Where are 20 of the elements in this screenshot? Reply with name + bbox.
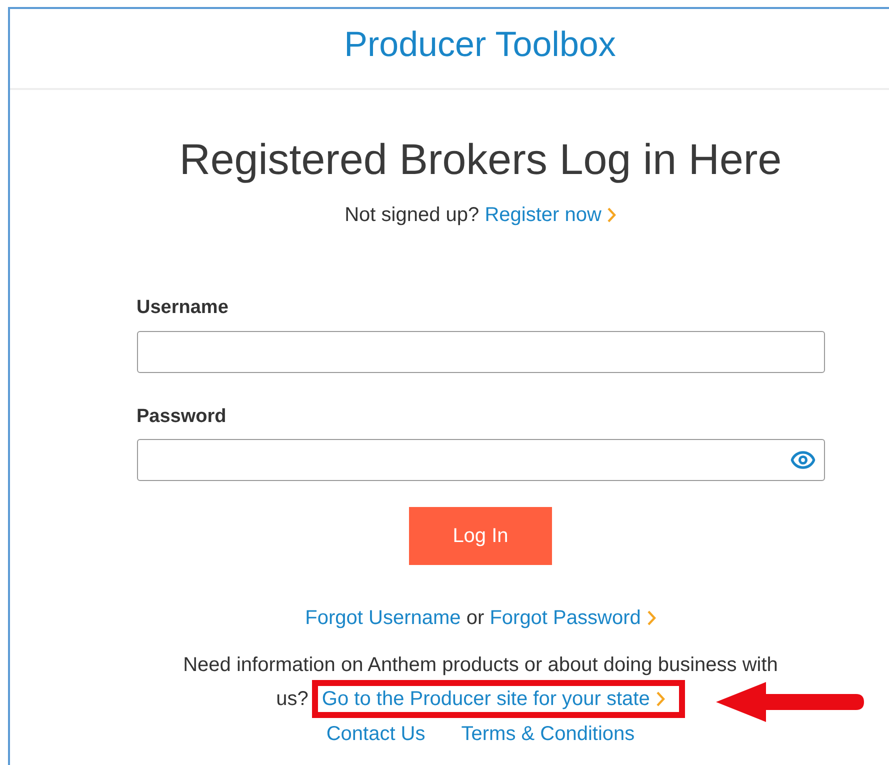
- field-label: Username: [136, 296, 230, 320]
- info-text: Need information on Anthem products or about doing business with us? Go to the Producer site for your state: [176, 650, 786, 718]
- login-button[interactable]: Log In: [409, 507, 552, 565]
- signup-prompt: Not signed up? Register now: [344, 200, 616, 230]
- forgot-username-link[interactable]: Forgot Username: [305, 607, 461, 629]
- page-heading: Registered Brokers Log in Here: [179, 135, 782, 186]
- arrow-icon: [716, 680, 866, 724]
- producer-site-link[interactable]: Go to the Producer site for your state: [322, 688, 650, 710]
- footer-link[interactable]: Contact Us: [326, 722, 426, 746]
- chevron-right-icon: [646, 610, 656, 626]
- field-label: Password: [136, 404, 228, 428]
- recovery-links: Forgot Username or Forgot Password: [305, 603, 656, 633]
- footer-link[interactable]: Terms & Conditions: [461, 722, 635, 746]
- forgot-password-link[interactable]: Forgot Password: [490, 607, 641, 629]
- username-field[interactable]: [136, 330, 824, 372]
- password-field[interactable]: [136, 439, 824, 481]
- register-link[interactable]: Register now: [484, 204, 602, 226]
- site-title: Producer Toolbox: [344, 24, 616, 66]
- chevron-right-icon: [607, 207, 616, 223]
- chevron-right-icon: [656, 691, 665, 707]
